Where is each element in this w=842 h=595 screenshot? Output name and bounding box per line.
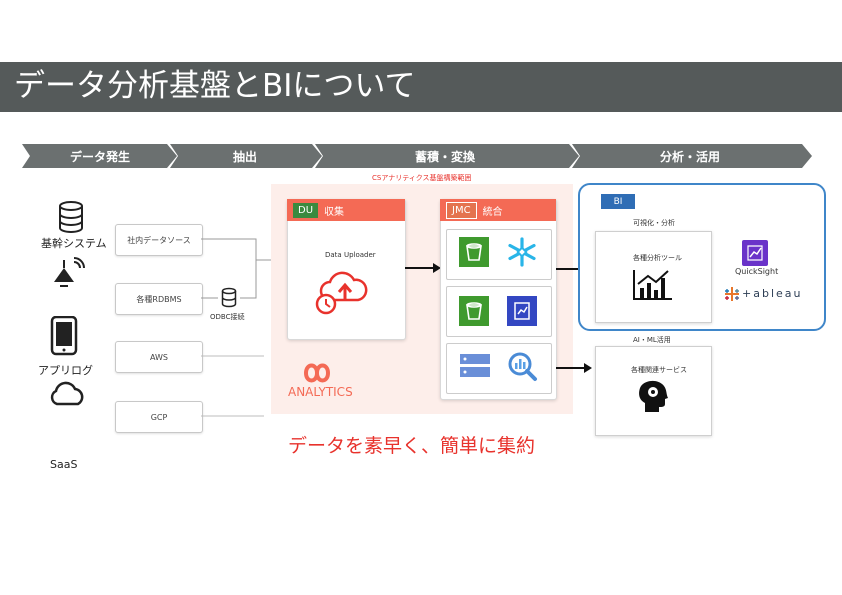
step-label-1: データ発生 [69, 149, 130, 164]
tableau-label: +ableau [742, 287, 803, 300]
arrow-jmc-to-ai [556, 363, 592, 373]
step-label-2: 抽出 [232, 149, 257, 164]
du-app-name: Data Uploader [325, 251, 376, 259]
saas-label: SaaS [50, 458, 78, 471]
analytics-logo-icon [303, 363, 331, 383]
du-tag: DU [293, 202, 319, 218]
database-icon [59, 201, 83, 233]
ai-label: AI・ML活用 [633, 336, 671, 344]
odbc-label: ODBC接続 [210, 313, 245, 321]
source-box-internal: 社内データソース [115, 224, 203, 256]
step-label-3: 蓄積・変換 [414, 149, 475, 164]
jmc-header: JMC 統合 [440, 199, 556, 221]
tableau-icon [725, 287, 739, 301]
source-box-gcp: GCP [115, 401, 203, 433]
s3-bucket-icon-2 [459, 296, 489, 326]
ai-head-icon [639, 380, 668, 412]
server-icon [460, 354, 490, 377]
analytics-logo-text: ANALYTICS [288, 385, 353, 399]
s3-bucket-icon [459, 237, 489, 267]
redshift-icon [507, 296, 537, 326]
quicksight-label: QuickSight [735, 267, 779, 276]
step-label-4: 分析・活用 [659, 149, 720, 164]
iot-lamp-icon [54, 257, 85, 287]
app-log-label: アプリログ [38, 364, 93, 377]
bi-visualize-label: 可視化・分析 [633, 219, 675, 227]
jmc-tag: JMC [446, 201, 477, 219]
search-chart-icon [508, 352, 537, 381]
bi-tag: BI [601, 194, 635, 209]
source-box-aws: AWS [115, 341, 203, 373]
du-header: DU 収集 [287, 199, 405, 221]
cloud-upload-icon [315, 271, 368, 315]
ai-services-label: 各種関連サービス [631, 366, 687, 374]
source-box-rdbms: 各種RDBMS [115, 283, 203, 315]
du-label: 収集 [324, 206, 345, 218]
quicksight-icon [742, 240, 768, 266]
bi-tools-label: 各種分析ツール [633, 254, 682, 262]
bar-chart-icon [633, 270, 672, 300]
smartphone-icon [50, 316, 78, 356]
analytics-scope-caption: CSアナリティクス基盤構築範囲 [372, 174, 472, 182]
odbc-database-icon [221, 287, 237, 308]
arrow-du-to-jmc [405, 263, 441, 273]
cloud-icon [50, 381, 84, 406]
page-title: データ分析基盤とBIについて [14, 68, 416, 104]
jmc-label: 統合 [482, 206, 503, 218]
tagline: データを素早く、簡単に集約 [288, 435, 536, 457]
snowflake-icon [508, 237, 536, 267]
core-system-label: 基幹システム [41, 237, 107, 250]
